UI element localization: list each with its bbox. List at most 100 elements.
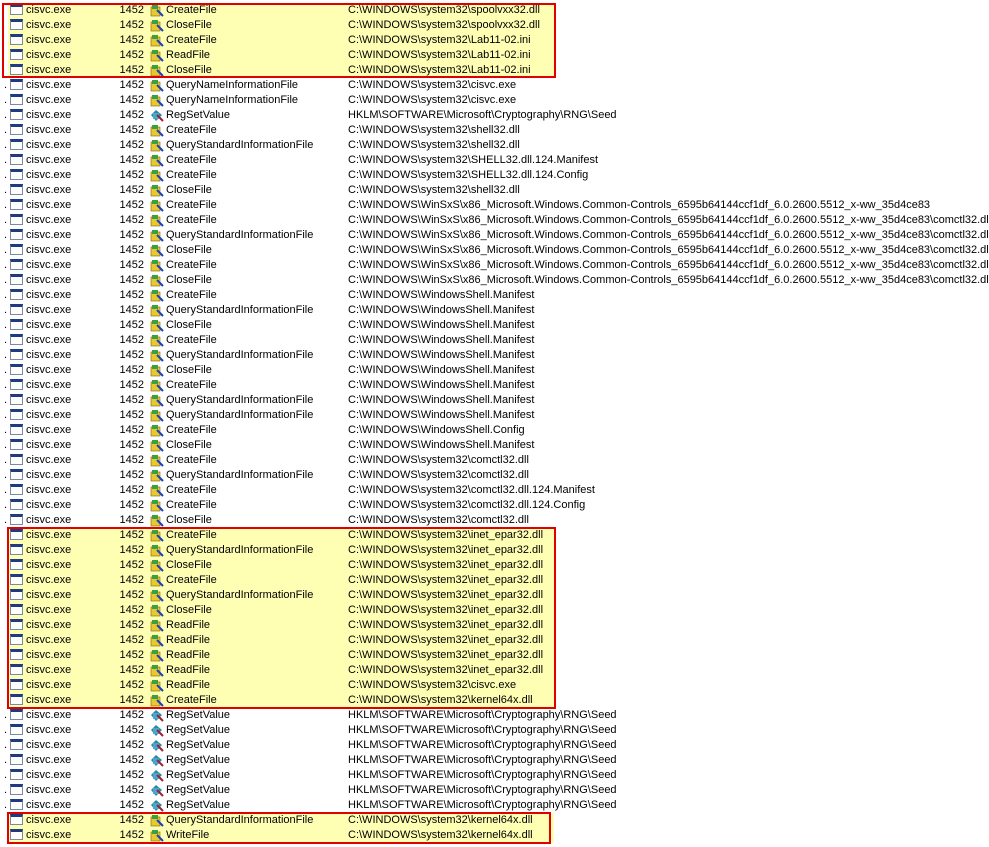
table-row[interactable]: . cisvc.exe 1452 CreateFile C:\WINDOWS\syste… [0,453,989,468]
row-marker: . [4,229,8,241]
pid: 1452 [119,484,144,496]
row-marker: . [4,109,8,121]
process-window-icon [10,64,23,75]
pid: 1452 [119,124,144,136]
pid: 1452 [119,394,144,406]
table-row[interactable]: . cisvc.exe 1452 QueryNameInformationFile C:… [0,78,989,93]
table-row[interactable]: . cisvc.exe 1452 CreateFile C:\WINDOWS\Windo… [0,333,989,348]
table-row[interactable]: . cisvc.exe 1452 CreateFile C:\WINDOWS\Windo… [0,378,989,393]
process-name: cisvc.exe [26,634,72,646]
operation: CreateFile [166,694,217,706]
operation: CreateFile [166,34,217,46]
registry-icon [150,754,164,767]
process-name: cisvc.exe [26,679,72,691]
filesystem-icon [150,499,164,512]
table-row[interactable]: . cisvc.exe 1452 QueryStandardInformationFi… [0,393,989,408]
process-window-icon [10,514,23,525]
table-row[interactable]: . cisvc.exe 1452 CreateFile C:\WINDOWS\syste… [0,153,989,168]
table-row[interactable]: . cisvc.exe 1452 CloseFile C:\WINDOWS\Window… [0,363,989,378]
process-name: cisvc.exe [26,469,72,481]
table-row[interactable]: . cisvc.exe 1452 QueryStandardInformationFi… [0,138,989,153]
table-row[interactable]: . cisvc.exe 1452 CloseFile C:\WINDOWS\system… [0,183,989,198]
table-row[interactable]: cisvc.exe 1452 QueryStandardInformationFil… [0,813,989,828]
table-row[interactable]: cisvc.exe 1452 CloseFile C:\WINDOWS\system3… [0,603,989,618]
table-row[interactable]: . cisvc.exe 1452 CreateFile C:\WINDOWS\WinSx… [0,213,989,228]
table-row[interactable]: . cisvc.exe 1452 QueryStandardInformationFi… [0,228,989,243]
registry-icon [150,739,164,752]
path: C:\WINDOWS\system32\SHELL32.dll.124.Mani… [348,154,599,166]
table-row[interactable]: . cisvc.exe 1452 CloseFile C:\WINDOWS\WinSxS… [0,273,989,288]
table-row[interactable]: . cisvc.exe 1452 RegSetValue HKLM\SOFTWARE\M… [0,738,989,753]
pid: 1452 [119,814,144,826]
table-row[interactable]: cisvc.exe 1452 CreateFile C:\WINDOWS\system… [0,693,989,708]
filesystem-icon [150,364,164,377]
table-row[interactable]: . cisvc.exe 1452 CloseFile C:\WINDOWS\WinSxS… [0,243,989,258]
table-row[interactable]: . cisvc.exe 1452 CloseFile C:\WINDOWS\system… [0,513,989,528]
table-row[interactable]: cisvc.exe 1452 CreateFile C:\WINDOWS\system… [0,3,989,18]
operation: RegSetValue [166,739,231,751]
path: C:\WINDOWS\system32\Lab11-02.ini [348,49,531,61]
table-row[interactable]: . cisvc.exe 1452 RegSetValue HKLM\SOFTWARE\M… [0,753,989,768]
table-row[interactable]: . cisvc.exe 1452 CloseFile C:\WINDOWS\Window… [0,438,989,453]
process-window-icon [10,124,23,135]
table-row[interactable]: . cisvc.exe 1452 CreateFile C:\WINDOWS\syste… [0,168,989,183]
table-row[interactable]: . cisvc.exe 1452 QueryStandardInformationFi… [0,468,989,483]
process-name: cisvc.exe [26,4,72,16]
table-row[interactable]: cisvc.exe 1452 WriteFile C:\WINDOWS\system3… [0,828,989,843]
process-name: cisvc.exe [26,799,72,811]
table-row[interactable]: . cisvc.exe 1452 QueryStandardInformationFi… [0,348,989,363]
table-row[interactable]: . cisvc.exe 1452 CreateFile C:\WINDOWS\syste… [0,483,989,498]
process-name: cisvc.exe [26,829,72,841]
operation: ReadFile [166,679,211,691]
table-row[interactable]: . cisvc.exe 1452 CreateFile C:\WINDOWS\Windo… [0,288,989,303]
pid: 1452 [119,19,144,31]
table-row[interactable]: cisvc.exe 1452 CreateFile C:\WINDOWS\system… [0,33,989,48]
table-row[interactable]: . cisvc.exe 1452 RegSetValue HKLM\SOFTWARE\M… [0,798,989,813]
table-row[interactable]: . cisvc.exe 1452 CreateFile C:\WINDOWS\Windo… [0,423,989,438]
table-row[interactable]: cisvc.exe 1452 ReadFile C:\WINDOWS\system32… [0,678,989,693]
table-row[interactable]: cisvc.exe 1452 ReadFile C:\WINDOWS\system32… [0,663,989,678]
table-row[interactable]: cisvc.exe 1452 ReadFile C:\WINDOWS\system32… [0,648,989,663]
table-row[interactable]: cisvc.exe 1452 CreateFile C:\WINDOWS\system… [0,573,989,588]
process-name: cisvc.exe [26,574,72,586]
table-row[interactable]: . cisvc.exe 1452 RegSetValue HKLM\SOFTWARE\M… [0,723,989,738]
table-row[interactable]: cisvc.exe 1452 CreateFile C:\WINDOWS\system… [0,528,989,543]
path: C:\WINDOWS\system32\inet_epar32.dll [348,559,544,571]
table-row[interactable]: . cisvc.exe 1452 RegSetValue HKLM\SOFTWARE\M… [0,768,989,783]
operation: CloseFile [166,439,212,451]
process-window-icon [10,244,23,255]
table-row[interactable]: cisvc.exe 1452 CloseFile C:\WINDOWS\system3… [0,558,989,573]
operation: CreateFile [166,154,217,166]
table-row[interactable]: . cisvc.exe 1452 CreateFile C:\WINDOWS\WinSx… [0,258,989,273]
table-row[interactable]: . cisvc.exe 1452 QueryStandardInformationFi… [0,303,989,318]
pid: 1452 [119,799,144,811]
row-marker: . [4,769,8,781]
operation: CloseFile [166,514,212,526]
filesystem-icon [150,439,164,452]
path: C:\WINDOWS\WinSxS\x86_Microsoft.Windows.… [348,274,989,286]
table-row[interactable]: . cisvc.exe 1452 CreateFile C:\WINDOWS\WinSx… [0,198,989,213]
table-row[interactable]: cisvc.exe 1452 CloseFile C:\WINDOWS\system3… [0,18,989,33]
table-row[interactable]: . cisvc.exe 1452 QueryNameInformationFile C:… [0,93,989,108]
filesystem-icon [150,514,164,527]
process-name: cisvc.exe [26,379,72,391]
table-row[interactable]: . cisvc.exe 1452 RegSetValue HKLM\SOFTWARE\M… [0,783,989,798]
table-row[interactable]: . cisvc.exe 1452 CloseFile C:\WINDOWS\Window… [0,318,989,333]
table-row[interactable]: cisvc.exe 1452 QueryStandardInformationFil… [0,588,989,603]
table-row[interactable]: . cisvc.exe 1452 RegSetValue HKLM\SOFTWARE\M… [0,108,989,123]
table-row[interactable]: cisvc.exe 1452 ReadFile C:\WINDOWS\system32… [0,633,989,648]
table-row[interactable]: cisvc.exe 1452 CloseFile C:\WINDOWS\system3… [0,63,989,78]
process-window-icon [10,724,23,735]
table-row[interactable]: . cisvc.exe 1452 RegSetValue HKLM\SOFTWARE\M… [0,708,989,723]
table-row[interactable]: cisvc.exe 1452 ReadFile C:\WINDOWS\system32… [0,618,989,633]
table-row[interactable]: . cisvc.exe 1452 CreateFile C:\WINDOWS\syste… [0,123,989,138]
table-row[interactable]: cisvc.exe 1452 QueryStandardInformationFil… [0,543,989,558]
path: C:\WINDOWS\system32\inet_epar32.dll [348,544,544,556]
filesystem-icon [150,424,164,437]
table-row[interactable]: . cisvc.exe 1452 QueryStandardInformationFi… [0,408,989,423]
filesystem-icon [150,619,164,632]
pid: 1452 [119,244,144,256]
table-row[interactable]: . cisvc.exe 1452 CreateFile C:\WINDOWS\syste… [0,498,989,513]
table-row[interactable]: cisvc.exe 1452 ReadFile C:\WINDOWS\system32… [0,48,989,63]
filesystem-icon [150,214,164,227]
